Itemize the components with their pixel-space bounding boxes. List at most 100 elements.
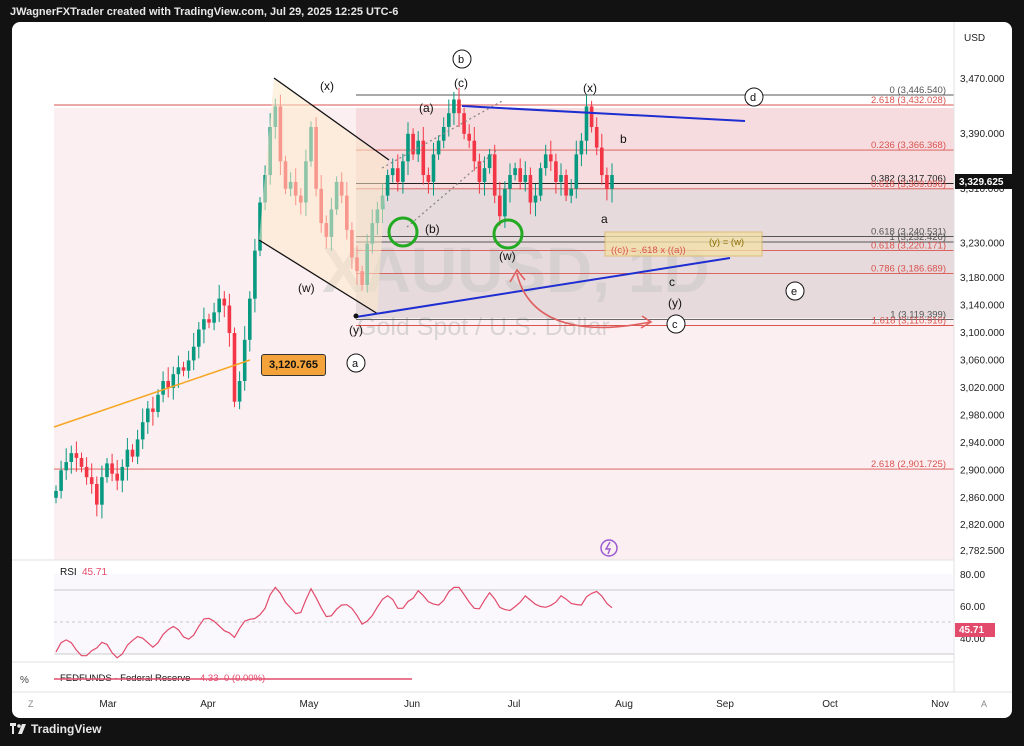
- candle-body-11: [110, 463, 114, 474]
- main-chart-svg[interactable]: XAUUSD, 1D Gold Spot / U.S. Dollar 3,470…: [12, 22, 1012, 718]
- x-tick-mar: Mar: [99, 699, 117, 710]
- wave-label-small-c: c: [669, 275, 675, 289]
- currency-label: USD: [964, 33, 985, 44]
- candle-body-69: [406, 133, 410, 162]
- x-tick-sep: Sep: [716, 699, 734, 710]
- circle-c-text: c: [672, 319, 678, 331]
- rsi-tick-60: 60.00: [960, 602, 985, 613]
- candle-body-34: [227, 305, 232, 333]
- zoom-button[interactable]: Z: [28, 699, 34, 709]
- y-tick-4: 3,180.000: [960, 273, 1005, 284]
- candle-body-91: [518, 168, 522, 182]
- candle-body-105: [589, 106, 594, 127]
- y-tick-3: 3,230.000: [960, 239, 1005, 250]
- wave-label-y2: (y): [668, 296, 682, 310]
- candle-body-10: [105, 463, 109, 478]
- x-tick-apr: Apr: [200, 699, 216, 710]
- y-tick-6: 3,100.000: [960, 328, 1005, 339]
- candle-body-101: [569, 188, 573, 196]
- candle-body-100: [564, 175, 568, 196]
- candle-body-103: [579, 140, 584, 155]
- candle-body-2: [64, 462, 68, 471]
- fib-label-10: 1.618 (3,110.916): [872, 316, 946, 327]
- candle-body-28: [197, 329, 201, 347]
- candle-body-8: [95, 484, 99, 505]
- candle-body-33: [222, 298, 227, 306]
- candle-body-74: [431, 154, 436, 182]
- candle-body-3: [69, 453, 74, 462]
- candle-body-89: [508, 175, 512, 189]
- candle-body-65: [385, 175, 390, 196]
- candle-body-29: [202, 319, 206, 330]
- candle-body-6: [84, 466, 89, 478]
- candle-body-90: [513, 168, 517, 176]
- candle-body-68: [401, 161, 405, 182]
- fib-label-1: 2.618 (3,432.028): [871, 95, 946, 106]
- candle-body-81: [467, 133, 471, 141]
- price-axis[interactable]: 3,470.0003,390.0003,310.0003,230.0003,18…: [960, 74, 1005, 557]
- candle-body-102: [574, 154, 579, 189]
- wave-label-small-b: b: [620, 132, 627, 146]
- circle-a-text: a: [352, 358, 359, 370]
- candle-body-86: [492, 154, 497, 196]
- circle-b-text: b: [458, 54, 464, 66]
- candle-body-1: [59, 470, 63, 491]
- candle-body-80: [462, 113, 466, 134]
- candle-body-12: [115, 473, 119, 481]
- y-tick-7: 3,060.000: [960, 355, 1005, 366]
- tradingview-logo-icon: [10, 723, 26, 734]
- brand-footer: TradingView: [10, 722, 101, 736]
- chart-card: XAUUSD, 1D Gold Spot / U.S. Dollar 3,470…: [12, 22, 1012, 718]
- candle-body-36: [237, 381, 242, 402]
- percent-toggle[interactable]: %: [20, 675, 29, 686]
- auto-scale-button[interactable]: A: [981, 699, 987, 709]
- x-tick-may: May: [300, 699, 319, 710]
- candle-body-17: [140, 422, 145, 440]
- candle-body-87: [498, 195, 502, 217]
- wave-label-x1: (x): [320, 79, 334, 93]
- wave-label-c: (c): [454, 76, 468, 90]
- fib-label-4: 0.618 (3,309.896): [871, 179, 946, 190]
- y-tick-8: 3,020.000: [960, 383, 1005, 394]
- candle-body-93: [528, 175, 533, 203]
- candle-body-4: [74, 453, 79, 458]
- candle-body-75: [436, 140, 441, 155]
- x-tick-aug: Aug: [615, 699, 633, 710]
- candle-body-16: [135, 439, 140, 457]
- time-axis[interactable]: Mar Apr May Jun Jul Aug Sep Oct Nov: [99, 699, 949, 710]
- x-tick-jun: Jun: [404, 699, 420, 710]
- price-callout: 3,120.765: [261, 354, 326, 376]
- candle-body-13: [120, 466, 125, 481]
- wave-label-w2: (w): [499, 249, 516, 263]
- y-tick-12: 2,860.000: [960, 493, 1005, 504]
- candle-body-32: [217, 298, 221, 313]
- last-price-text: 3,329.625: [959, 177, 1004, 188]
- y-tick-13: 2,820.000: [960, 520, 1005, 531]
- candle-body-109: [610, 175, 614, 189]
- circle-d-text: d: [750, 92, 756, 104]
- candle-body-106: [594, 127, 599, 148]
- candle-body-97: [549, 154, 553, 162]
- candle-body-0: [54, 490, 58, 498]
- y-tick-0: 3,470.000: [960, 74, 1005, 85]
- candle-body-85: [487, 154, 492, 169]
- watermark-description: Gold Spot / U.S. Dollar: [357, 313, 610, 341]
- fib-label-7: 0.618 (3,220.171): [871, 240, 946, 251]
- y-tick-1: 3,390.000: [960, 129, 1005, 140]
- rsi-tick-80: 80.00: [960, 570, 985, 581]
- author-caption: JWagnerFXTrader created with TradingView…: [10, 6, 399, 18]
- candle-body-14: [125, 449, 130, 467]
- fib-label-8: 0.786 (3,186.689): [871, 263, 946, 274]
- candle-body-98: [554, 161, 558, 182]
- wave-label-y1: (y): [349, 323, 363, 337]
- candle-body-15: [130, 449, 135, 457]
- x-tick-oct: Oct: [822, 699, 838, 710]
- candle-body-95: [538, 168, 543, 196]
- rsi-badge-text: 45.71: [959, 625, 984, 636]
- candle-body-20: [156, 394, 160, 412]
- candle-body-24: [176, 367, 181, 375]
- x-tick-nov: Nov: [931, 699, 949, 710]
- rsi-label: RSI: [60, 567, 77, 578]
- candle-body-5: [79, 458, 84, 467]
- candle-body-25: [181, 367, 186, 371]
